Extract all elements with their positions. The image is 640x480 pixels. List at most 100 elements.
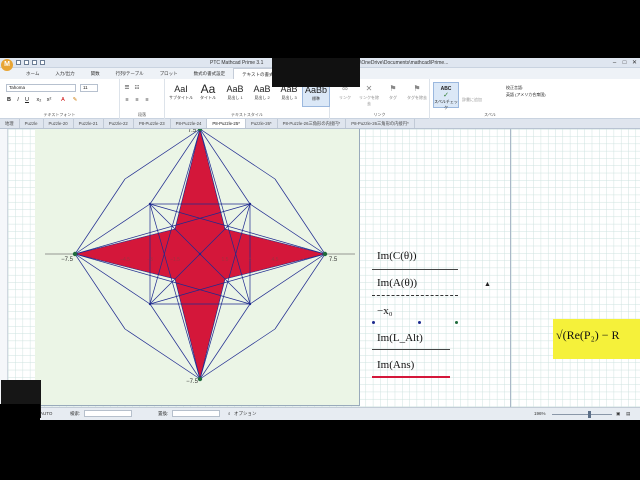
open-doc-icon[interactable] — [24, 60, 29, 65]
draft-view-icon[interactable]: ▤ — [626, 411, 630, 417]
expr-neg-x0[interactable]: −x₀ — [377, 305, 393, 317]
unlink-icon: ✕ — [365, 84, 373, 93]
font-color-icon[interactable]: A — [60, 97, 66, 104]
ribbon-tab[interactable]: 入力/出力 — [47, 68, 82, 79]
outer-point — [197, 376, 203, 382]
x-tick-label: 1.5 — [222, 257, 229, 263]
document-tab[interactable]: 地理 — [0, 119, 20, 128]
zoom-level[interactable]: 196% — [534, 411, 546, 416]
document-tab[interactable]: P8-Puzzle-25* — [207, 119, 246, 128]
paragraph-group: ☰ ☷ ≡ ≡ ≡ 段落 — [120, 79, 165, 119]
align-center-icon[interactable]: ≡ — [134, 97, 140, 104]
window-title: PTC Mathcad Prime 3.1 — [210, 60, 264, 66]
zoom-slider[interactable] — [552, 414, 612, 415]
link-group-label: リンク — [373, 112, 386, 117]
search-icon[interactable]: ⌕ — [228, 411, 231, 416]
document-tab[interactable]: P8-Puzzle-26三角形の内接円* — [346, 119, 415, 128]
ribbon-tab[interactable]: 関数 — [83, 68, 108, 79]
document-tab[interactable]: Puzzle-21 — [74, 119, 104, 128]
style-heading-1[interactable]: AaB 見出し 1 — [221, 83, 249, 107]
x-max-label: 7.5 — [329, 257, 338, 263]
obscured-region — [0, 404, 40, 420]
text-font-group-label: テキストフォント — [43, 112, 76, 117]
find-input[interactable] — [84, 410, 132, 417]
ribbon-tab[interactable]: プロット — [152, 68, 186, 79]
worksheet[interactable]: −7.5 7.5 7.5 −7.5 −4.5 −3 −1.5 1.5 3 4.5 Im(C(θ))… — [0, 129, 640, 407]
font-size-select[interactable]: 11 — [80, 84, 98, 92]
close-icon[interactable]: ✕ — [630, 59, 639, 67]
align-left-icon[interactable]: ≡ — [124, 97, 130, 104]
x-tick-label: 4.5 — [272, 257, 279, 263]
expr-im-a-theta[interactable]: Im(A(θ)) — [377, 277, 417, 289]
document-tabs: 地理 Puzzle Puzzle-20 Puzzle-21 Puzzle-22 P8-Pu… — [0, 119, 640, 129]
sqrt-expression[interactable]: √(Re(P₂) − R — [553, 319, 640, 359]
construction-line — [74, 178, 126, 255]
document-tab[interactable]: Puzzle — [20, 119, 44, 128]
add-to-dictionary-button[interactable]: 辞書に追加 — [462, 97, 482, 103]
bullets-icon[interactable]: ☰ — [124, 85, 130, 92]
construction-line — [274, 178, 326, 255]
superscript-icon[interactable]: x² — [46, 97, 52, 104]
remove-link-button[interactable]: ✕ リンクを除去 — [358, 83, 380, 107]
maximize-icon[interactable]: □ — [620, 59, 629, 67]
ribbon-tab[interactable]: ホーム — [18, 68, 47, 79]
undo-icon[interactable] — [40, 60, 45, 65]
document-tab[interactable]: P8-Puzzle-23 — [134, 119, 171, 128]
construction-line — [199, 328, 276, 380]
status-bar: AUTO 検索: 置換: ⌕ オプション 196% ▣ ▤ — [0, 407, 640, 420]
save-icon[interactable] — [32, 60, 37, 65]
page-view-icon[interactable]: ▣ — [616, 411, 620, 417]
x-tick-label: −1.5 — [170, 257, 180, 263]
font-name-select[interactable]: Tahoma — [6, 84, 76, 92]
construction-line — [124, 328, 201, 380]
tag-button[interactable]: ⚑ タグ — [382, 83, 404, 107]
subscript-icon[interactable]: x₂ — [36, 97, 42, 104]
outer-point — [322, 251, 328, 257]
underline-icon[interactable]: U — [24, 97, 30, 104]
highlight-icon[interactable]: ✎ — [72, 97, 78, 104]
app-logo-icon[interactable]: M — [1, 59, 13, 71]
y-min-label: −7.5 — [186, 379, 199, 385]
document-tab[interactable]: Puzzle-22 — [104, 119, 134, 128]
x-tick-label: 3 — [249, 257, 252, 263]
expr-im-l-alt[interactable]: Im(L_Alt) — [377, 332, 423, 344]
ribbon-tab[interactable]: 数式の書式設定 — [186, 68, 234, 79]
document-tab[interactable]: P8-Puzzle-26三角形の内接円* — [278, 119, 347, 128]
align-right-icon[interactable]: ≡ — [144, 97, 150, 104]
expr-im-ans[interactable]: Im(Ans) — [377, 359, 414, 371]
calc-mode[interactable]: AUTO — [40, 411, 52, 416]
proof-language-select[interactable]: 英語 (アメリカ合衆国) — [506, 92, 546, 98]
document-tab[interactable]: P8-Puzzle-24 — [171, 119, 208, 128]
bold-icon[interactable]: B — [6, 97, 12, 104]
numbering-icon[interactable]: ☷ — [134, 85, 140, 92]
replace-input[interactable] — [172, 410, 220, 417]
mathcad-window: M PTC Mathcad Prime 3.1 \OneDrive\Docume… — [0, 58, 640, 420]
xy-plot[interactable]: −7.5 7.5 7.5 −7.5 −4.5 −3 −1.5 1.5 3 4.5 — [35, 129, 360, 406]
point-marker — [455, 321, 458, 324]
new-doc-icon[interactable] — [16, 60, 21, 65]
expr-im-c-theta[interactable]: Im(C(θ)) — [377, 250, 416, 262]
point-marker — [418, 321, 421, 324]
construction-line — [274, 253, 326, 330]
zoom-slider-thumb[interactable] — [588, 411, 591, 418]
remove-tag-button[interactable]: ⚑ タグを除去 — [406, 83, 428, 107]
window-path: \OneDrive\Documents\mathcad\Prime... — [360, 60, 449, 66]
center-point — [198, 252, 202, 256]
spell-check-button[interactable]: ABC ✓ スペルチェック — [433, 82, 459, 110]
italic-icon[interactable]: I — [15, 97, 21, 104]
style-subtitle[interactable]: AaI サブタイトル — [167, 83, 195, 107]
spell-group: ABC ✓ スペルチェック 辞書に追加 校正言語: 英語 (アメリカ合衆国) ス… — [430, 79, 550, 119]
options-button[interactable]: オプション — [234, 411, 257, 417]
document-tab[interactable]: Puzzle-26* — [246, 119, 278, 128]
obscured-region — [272, 58, 360, 87]
expr-im-a-theta-trace — [372, 295, 458, 296]
document-tab[interactable]: Puzzle-20 — [44, 119, 74, 128]
proof-language-label: 校正言語: — [506, 85, 524, 90]
quick-access-toolbar — [16, 60, 45, 65]
minimize-icon[interactable]: – — [610, 59, 619, 67]
square-point — [148, 202, 152, 206]
expr-neg-x0-points — [372, 321, 458, 325]
style-title[interactable]: Aa タイトル — [194, 83, 222, 107]
ribbon-tab[interactable]: 行列/テーブル — [108, 68, 152, 79]
replace-label: 置換: — [158, 411, 169, 416]
